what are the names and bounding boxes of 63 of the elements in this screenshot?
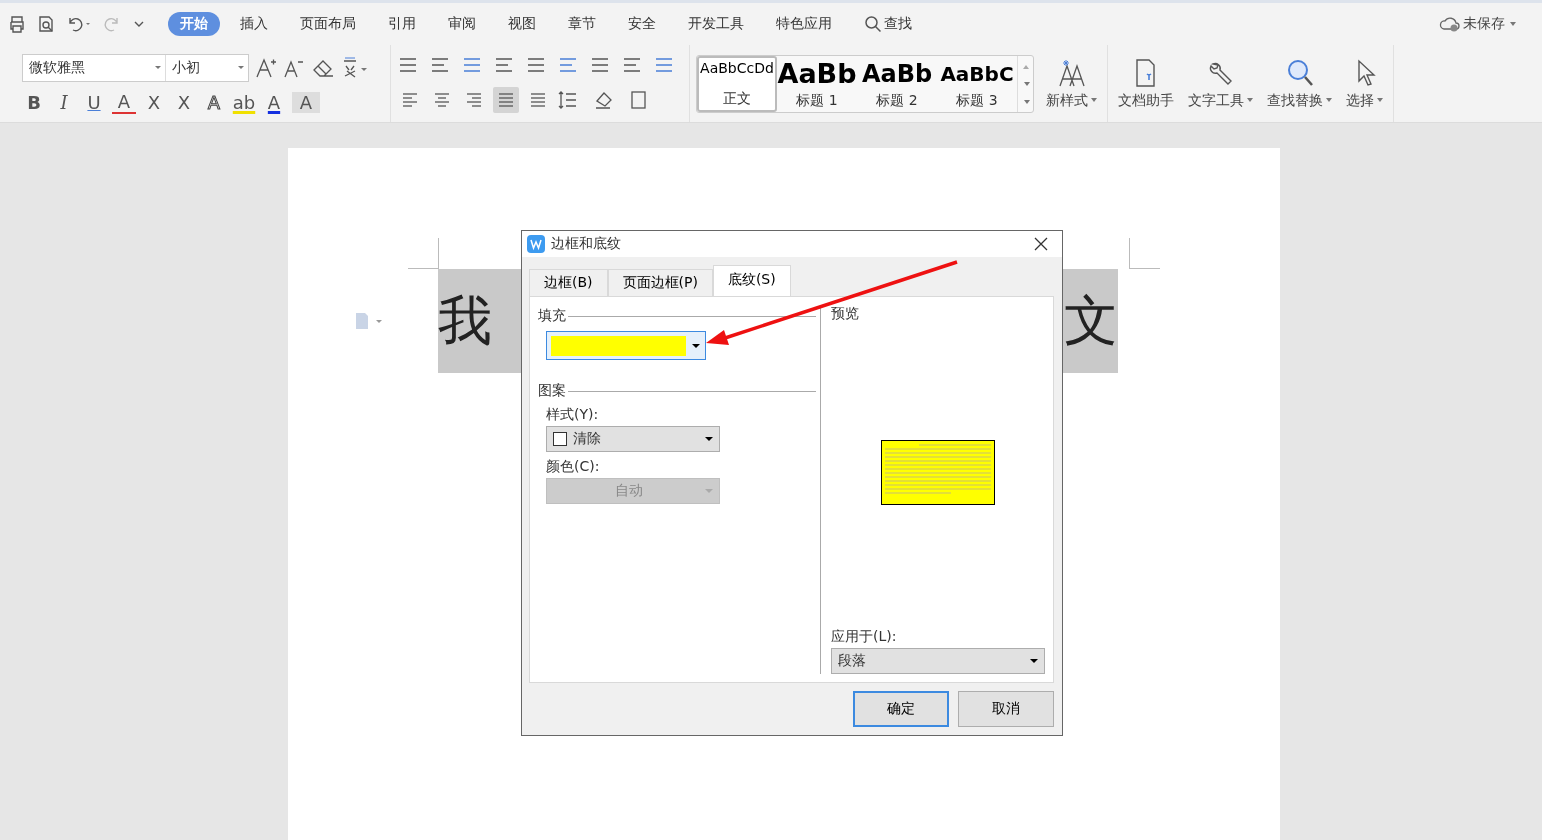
find-replace-button[interactable]: 查找替换 (1263, 57, 1336, 110)
print-icon[interactable] (8, 15, 26, 33)
print-preview-icon[interactable] (37, 15, 55, 33)
align-button[interactable] (493, 86, 519, 113)
heading-text: 我 (438, 294, 492, 348)
align-icon (401, 90, 419, 109)
dialog-button[interactable]: 取消 (958, 691, 1054, 727)
field-label: 应用于(L): (831, 628, 898, 646)
corner-mark (1129, 238, 1160, 269)
field-label: 样式(Y): (546, 406, 600, 424)
style-preset[interactable]: AaBb 标题 2 (857, 55, 937, 112)
new-style-button[interactable]: 新样式 (1042, 57, 1101, 110)
format-button[interactable]: B (22, 91, 46, 113)
menu-tab[interactable]: 视图 (496, 12, 548, 36)
dialog-tab[interactable]: 页面边框(P) (607, 269, 713, 296)
align-icon (433, 90, 451, 109)
format-button[interactable]: I (52, 91, 76, 113)
undo-icon[interactable] (66, 15, 92, 33)
app-icon (527, 235, 545, 253)
phonetic-guide-icon[interactable] (341, 56, 369, 79)
format-button[interactable]: U (82, 91, 106, 113)
align-icon (465, 90, 483, 109)
save-status-button[interactable]: 未保存 (1433, 14, 1522, 34)
grow-font-icon[interactable] (255, 56, 277, 79)
tool-button[interactable]: 选择 (1342, 57, 1387, 110)
menu-tab[interactable]: 开发工具 (676, 12, 756, 36)
tool-button[interactable]: 文档助手 (1114, 57, 1178, 110)
search-button[interactable]: 查找 (852, 12, 924, 36)
format-button[interactable]: X (142, 91, 166, 113)
field-label: 颜色(C): (546, 458, 601, 476)
fill-color-dropdown[interactable] (546, 331, 706, 360)
dialog-tab[interactable]: 底纹(S) (712, 265, 791, 297)
menu-tab[interactable]: 审阅 (436, 12, 488, 36)
corner-mark (408, 238, 439, 269)
align-icon (497, 90, 515, 109)
menu-tab[interactable]: 安全 (616, 12, 668, 36)
format-button[interactable]: A (112, 90, 136, 114)
section-label: 预览 (831, 305, 860, 323)
menu-tab[interactable]: 特色应用 (764, 12, 844, 36)
style-preset[interactable]: AaBbCcDd 正文 (697, 55, 777, 112)
close-icon[interactable] (1034, 237, 1048, 251)
dialog-tab[interactable]: 边框(B) (529, 269, 608, 296)
format-button[interactable]: X (172, 91, 196, 113)
format-button[interactable]: A (292, 91, 320, 113)
search-icon (864, 15, 882, 33)
menu-tab[interactable]: 章节 (556, 12, 608, 36)
format-button[interactable]: ab (232, 91, 256, 113)
menu-tab[interactable]: 页面布局 (288, 12, 368, 36)
apply-to-dropdown[interactable]: 段落 (831, 648, 1045, 674)
menu-tab[interactable]: 引用 (376, 12, 428, 36)
menu-tab[interactable]: 插入 (228, 12, 280, 36)
format-button[interactable]: A (262, 91, 286, 113)
cloud-icon (1439, 15, 1461, 33)
pattern-style-dropdown[interactable]: 清除 (546, 426, 720, 452)
style-preset[interactable]: AaBbC 标题 3 (937, 55, 1017, 112)
heading-text: 文 (1064, 294, 1118, 348)
section-label: 填充 (538, 307, 566, 325)
style-preset[interactable]: AaBb 标题 1 (777, 55, 857, 112)
align-icon (529, 90, 547, 109)
section-label: 图案 (538, 382, 566, 400)
dialog-title: 边框和底纹 (551, 235, 621, 253)
dialog-button[interactable]: 确定 (853, 691, 949, 727)
tool-button[interactable]: 文字工具 (1184, 57, 1257, 110)
